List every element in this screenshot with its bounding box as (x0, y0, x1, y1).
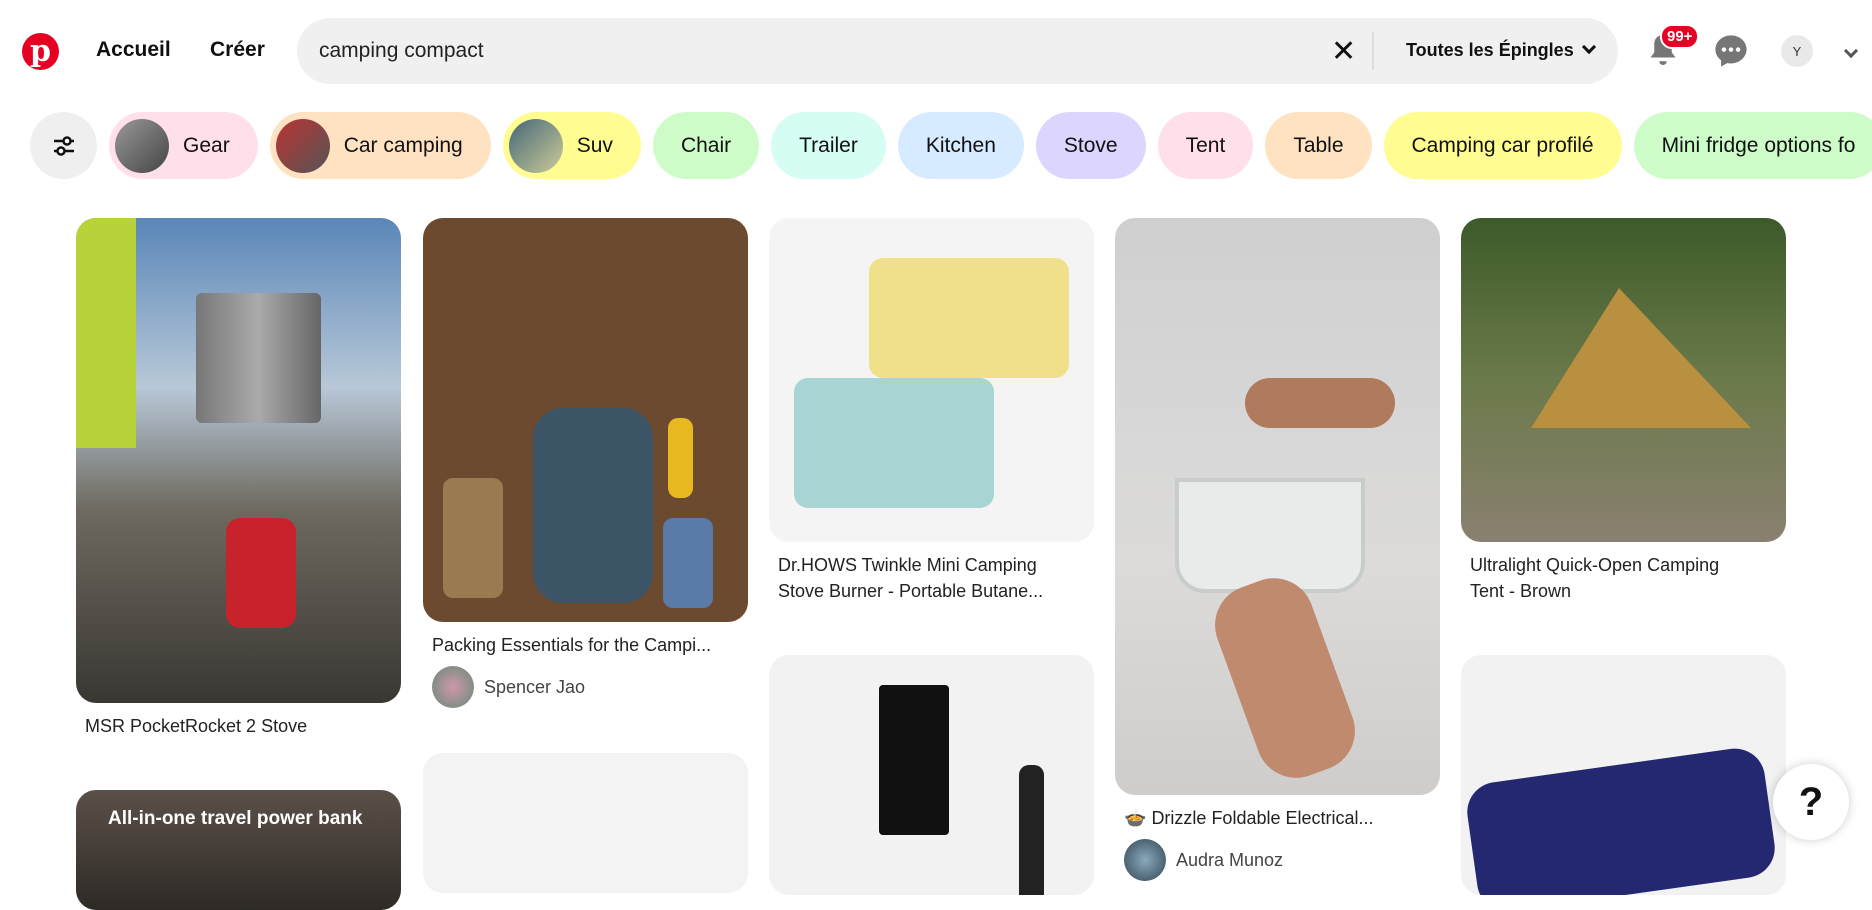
chip-kitchen[interactable]: Kitchen (897, 112, 1024, 179)
chip-label: Mini fridge options fo (1661, 133, 1856, 157)
pin-title[interactable]: Dr.HOWS Twinkle Mini Camping Stove Burner… (769, 552, 1094, 604)
chip-camping-car-profil-[interactable]: Camping car profilé (1383, 112, 1622, 179)
nav-home[interactable]: Accueil (96, 38, 171, 62)
chip-trailer[interactable]: Trailer (771, 112, 886, 179)
pin-image-chair[interactable] (769, 655, 1094, 895)
chip-label: Stove (1063, 133, 1118, 157)
pin-title[interactable]: 🍲 Drizzle Foldable Electrical... (1115, 805, 1440, 831)
chip-thumbnail (115, 118, 169, 173)
chip-table[interactable]: Table (1265, 112, 1372, 179)
pin-image-mini-stove[interactable] (769, 218, 1094, 542)
pin-card[interactable]: Ultralight Quick-Open Camping Tent - Brow… (1461, 218, 1786, 604)
author-name: Audra Munoz (1176, 849, 1284, 870)
chip-bar: Gear Car camping Suv Chair Trailer Kitchen Sto… (30, 112, 1872, 179)
pin-image-stove[interactable] (76, 218, 401, 703)
pin-card[interactable]: Dr.HOWS Twinkle Mini Camping Stove Burner… (769, 218, 1094, 604)
pin-image-foldable-pot[interactable] (1115, 218, 1440, 795)
chip-stove[interactable]: Stove (1035, 112, 1146, 179)
pin-card[interactable] (423, 753, 748, 893)
pin-card[interactable] (769, 655, 1094, 895)
chip-label: Camping car profilé (1411, 133, 1594, 157)
pin-card[interactable]: 🍲 Drizzle Foldable Electrical... Audra M… (1115, 218, 1440, 881)
pin-card[interactable]: Packing Essentials for the Campi... Spen… (423, 218, 748, 708)
pin-card[interactable] (1461, 655, 1786, 895)
pin-image-tent[interactable] (423, 753, 748, 893)
author-name: Spencer Jao (484, 676, 586, 697)
chip-thumbnail (275, 118, 330, 173)
chip-label: Chair (680, 133, 732, 157)
chip-suv[interactable]: Suv (502, 112, 641, 179)
chip-label: Trailer (799, 133, 858, 157)
author-avatar (432, 666, 474, 708)
nav-create[interactable]: Créer (210, 38, 265, 62)
chip-label: Tent (1185, 133, 1226, 157)
help-button[interactable]: ? (1773, 764, 1849, 840)
pin-author[interactable]: Spencer Jao (423, 666, 748, 708)
filters-button[interactable] (30, 112, 97, 179)
pin-title[interactable]: Ultralight Quick-Open Camping Tent - Brow… (1461, 552, 1786, 604)
pinterest-logo[interactable]: p (22, 33, 59, 70)
pin-image-power-bank[interactable]: All-in-one travel power bank (76, 790, 401, 910)
pin-title[interactable]: Packing Essentials for the Campi... (423, 632, 748, 658)
divider (1372, 32, 1374, 70)
chip-label: Suv (576, 133, 613, 157)
pin-image-pillow[interactable] (1461, 655, 1786, 895)
pin-image-packing-essentials[interactable] (423, 218, 748, 622)
pin-author[interactable]: Audra Munoz (1115, 839, 1440, 881)
chip-car-camping[interactable]: Car camping (269, 112, 491, 179)
messages-icon[interactable] (1714, 34, 1748, 68)
user-avatar[interactable]: Y (1781, 35, 1813, 67)
chip-gear[interactable]: Gear (109, 112, 258, 179)
notification-badge: 99+ (1660, 24, 1700, 49)
pin-image-tent-brown[interactable] (1461, 218, 1786, 542)
chip-label: Table (1293, 133, 1344, 157)
chip-label: Kitchen (925, 133, 996, 157)
search-bar: ✕ Toutes les Épingles (297, 18, 1618, 84)
chip-label: Car camping (343, 133, 463, 157)
brand-icon: 🍲 (1124, 808, 1147, 828)
sliders-icon (53, 135, 74, 156)
pin-title[interactable]: MSR PocketRocket 2 Stove (76, 713, 401, 739)
chip-chair[interactable]: Chair (652, 112, 760, 179)
chip-label: Gear (183, 133, 230, 157)
chip-tent[interactable]: Tent (1157, 112, 1254, 179)
pin-card[interactable]: MSR PocketRocket 2 Stove (76, 218, 401, 739)
author-avatar (1124, 839, 1166, 881)
chevron-down-icon (1581, 39, 1596, 55)
search-input[interactable] (319, 18, 1299, 84)
pin-filter-dropdown[interactable]: Toutes les Épingles (1406, 39, 1596, 61)
clear-search-icon[interactable]: ✕ (1331, 34, 1356, 69)
pin-overlay-text: All-in-one travel power bank (108, 808, 363, 829)
chip-thumbnail (508, 118, 563, 173)
account-chevron-icon[interactable] (1843, 43, 1859, 59)
chip-mini-fridge-options-fo[interactable]: Mini fridge options fo (1633, 112, 1872, 179)
filter-label: Toutes les Épingles (1406, 40, 1574, 60)
pin-card[interactable]: All-in-one travel power bank (76, 790, 401, 910)
